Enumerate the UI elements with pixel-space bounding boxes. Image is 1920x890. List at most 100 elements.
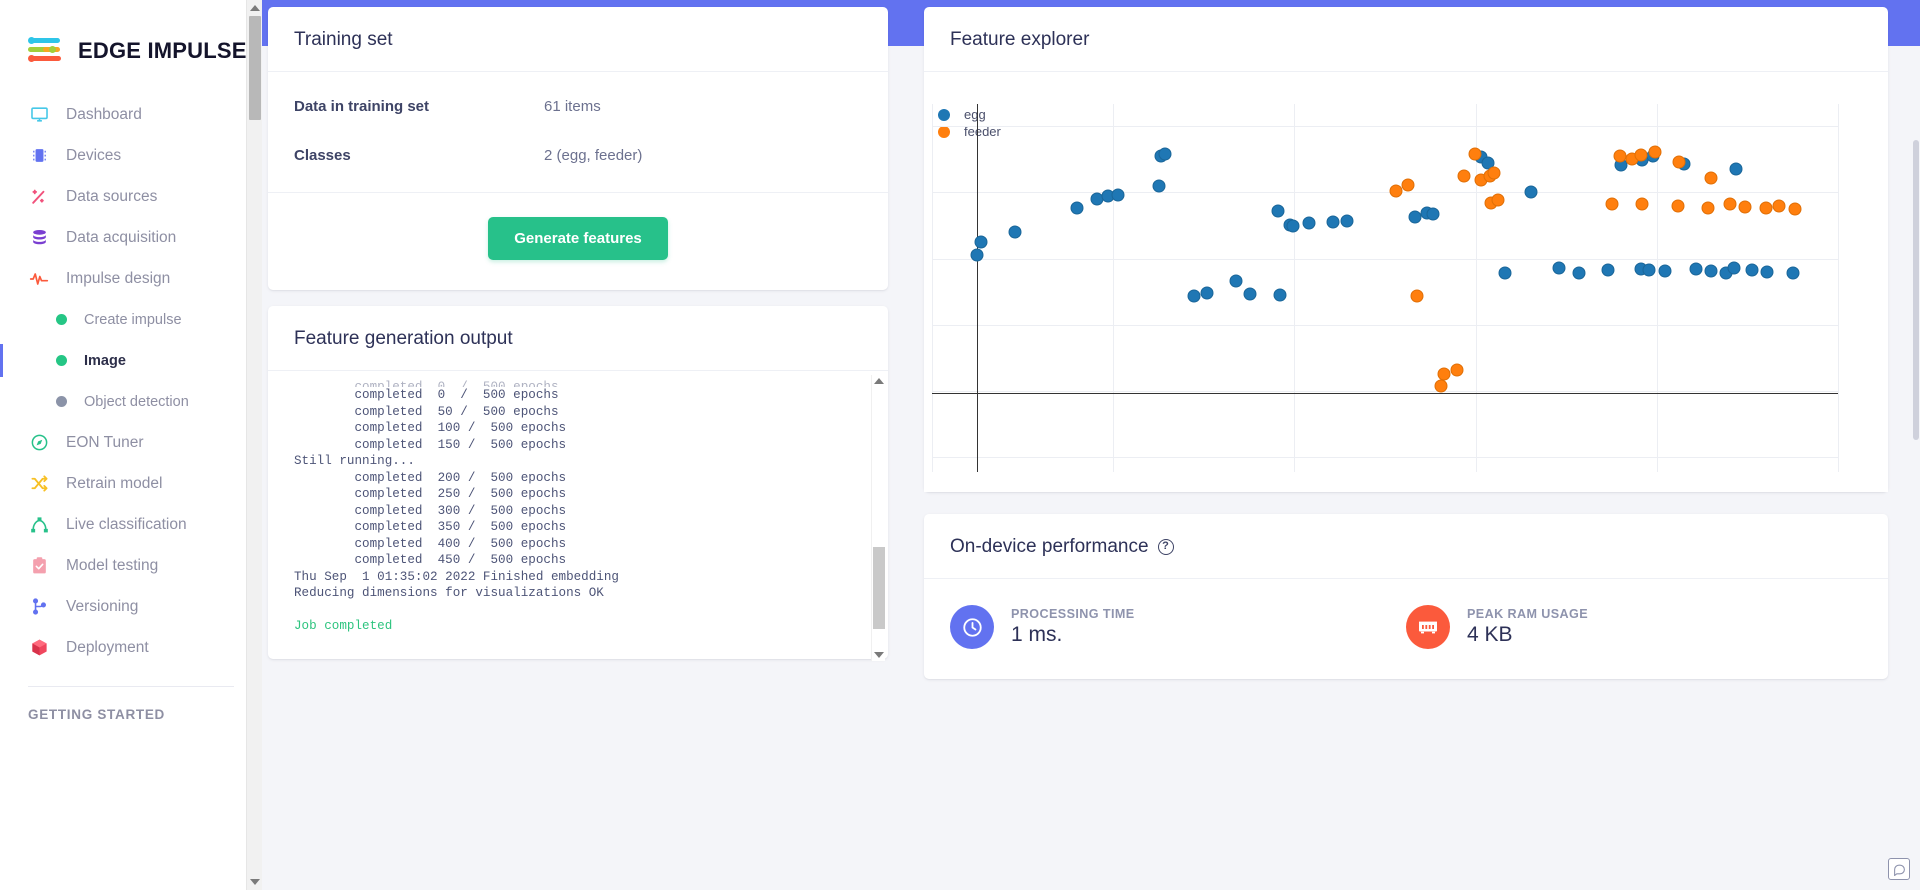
sidebar-scroll-thumb[interactable] xyxy=(249,16,261,120)
scatter-point-egg[interactable] xyxy=(1326,215,1340,229)
sidebar-item-eon-tuner[interactable]: EON Tuner xyxy=(0,422,262,463)
sidebar-item-impulse-design[interactable]: Impulse design xyxy=(0,258,262,299)
scatter-point-egg[interactable] xyxy=(1426,207,1440,221)
scatter-point-feeder[interactable] xyxy=(1613,149,1627,163)
scatter-point-feeder[interactable] xyxy=(1605,197,1618,211)
scatter-point-egg[interactable] xyxy=(1729,162,1743,176)
sidebar-item-data-acquisition[interactable]: Data acquisition xyxy=(0,217,262,258)
sidebar-subitem-label: Image xyxy=(84,352,126,369)
scatter-point-feeder[interactable] xyxy=(1491,193,1505,207)
scatter-point-egg[interactable] xyxy=(1552,261,1566,275)
feature-explorer-plot[interactable]: egg feeder xyxy=(924,72,1888,492)
scatter-point-feeder[interactable] xyxy=(1671,199,1685,213)
scatter-point-egg[interactable] xyxy=(1271,204,1285,218)
scatter-point-feeder[interactable] xyxy=(1450,363,1464,377)
scatter-point-egg[interactable] xyxy=(1200,286,1214,300)
right-column: Feature explorer egg feeder On-device pe… xyxy=(924,0,1888,679)
metric-value: 1 ms. xyxy=(1011,623,1063,646)
scatter-point-egg[interactable] xyxy=(1070,201,1084,215)
sidebar-item-label: Model testing xyxy=(66,556,159,574)
scatter-point-egg[interactable] xyxy=(1243,287,1257,301)
scatter-point-egg[interactable] xyxy=(1302,216,1316,230)
grid-line-horizontal xyxy=(932,258,1838,260)
feedback-button[interactable] xyxy=(1888,858,1910,880)
scatter-point-feeder[interactable] xyxy=(1634,148,1648,162)
scatter-point-egg[interactable] xyxy=(1601,263,1615,277)
sidebar-item-model-testing[interactable]: Model testing xyxy=(0,545,262,586)
scatter-point-feeder[interactable] xyxy=(1701,201,1715,215)
scatter-point-egg[interactable] xyxy=(1786,266,1800,280)
scatter-point-egg[interactable] xyxy=(1642,263,1656,277)
scatter-point-egg[interactable] xyxy=(1229,274,1242,288)
scatter-point-egg[interactable] xyxy=(1008,225,1022,239)
grid-line-vertical xyxy=(1113,104,1115,472)
scatter-point-egg[interactable] xyxy=(1273,288,1287,302)
scatter-point-egg[interactable] xyxy=(1572,266,1586,280)
scatter-point-feeder[interactable] xyxy=(1772,199,1786,213)
scatter-point-feeder[interactable] xyxy=(1410,289,1424,303)
sidebar-scrollbar[interactable] xyxy=(246,0,262,890)
page-scrollbar[interactable] xyxy=(1912,0,1920,890)
status-dot-icon xyxy=(56,355,67,366)
scroll-up-icon[interactable] xyxy=(874,378,884,384)
scroll-down-icon[interactable] xyxy=(874,652,884,658)
wand-icon xyxy=(28,187,50,206)
scatter-point-egg[interactable] xyxy=(1340,214,1354,228)
scatter-point-feeder[interactable] xyxy=(1759,201,1773,215)
sidebar: EDGE IMPULSE Dashboard Devices Data sour… xyxy=(0,0,262,890)
help-icon[interactable]: ? xyxy=(1157,539,1174,555)
scroll-down-icon[interactable] xyxy=(250,879,260,885)
scatter-point-egg[interactable] xyxy=(970,248,984,262)
scatter-point-egg[interactable] xyxy=(1658,264,1672,278)
scatter-point-egg[interactable] xyxy=(1286,219,1300,233)
scatter-point-feeder[interactable] xyxy=(1738,200,1752,214)
sidebar-item-versioning[interactable]: Versioning xyxy=(0,586,262,627)
feature-generation-output-title: Feature generation output xyxy=(268,306,888,371)
generate-features-button[interactable]: Generate features xyxy=(488,217,668,260)
y-axis-line xyxy=(977,104,979,472)
training-set-title: Training set xyxy=(268,7,888,72)
console-scrollbar[interactable] xyxy=(871,375,885,661)
sidebar-item-dashboard[interactable]: Dashboard xyxy=(0,94,262,135)
scatter-point-egg[interactable] xyxy=(1704,264,1718,278)
scatter-point-egg[interactable] xyxy=(1111,188,1125,202)
scatter-point-feeder[interactable] xyxy=(1389,184,1403,198)
sidebar-item-image[interactable]: Image xyxy=(0,340,262,381)
scatter-point-feeder[interactable] xyxy=(1648,145,1662,159)
sidebar-item-devices[interactable]: Devices xyxy=(0,135,262,176)
page-scroll-thumb[interactable] xyxy=(1913,140,1919,440)
sidebar-item-object-detection[interactable]: Object detection xyxy=(0,381,262,422)
scatter-point-egg[interactable] xyxy=(1727,261,1741,275)
scatter-point-feeder[interactable] xyxy=(1487,166,1501,180)
scatter-point-feeder[interactable] xyxy=(1788,202,1802,215)
scatter-point-egg[interactable] xyxy=(1760,265,1774,279)
scatter-point-egg[interactable] xyxy=(1187,289,1201,303)
scatter-point-feeder[interactable] xyxy=(1672,155,1686,169)
scatter-point-egg[interactable] xyxy=(1524,185,1538,199)
scatter-point-egg[interactable] xyxy=(974,235,988,249)
scatter-point-feeder[interactable] xyxy=(1635,197,1649,211)
scatter-point-egg[interactable] xyxy=(1158,147,1172,161)
console-output[interactable]: completed 0 / 500 epochs completed 0 / 5… xyxy=(268,371,888,659)
scatter-point-egg[interactable] xyxy=(1152,179,1165,193)
sidebar-item-data-sources[interactable]: Data sources xyxy=(0,176,262,217)
scatter-point-feeder[interactable] xyxy=(1468,147,1482,161)
sidebar-item-label: Dashboard xyxy=(66,105,142,123)
scatter-point-feeder[interactable] xyxy=(1457,169,1471,183)
sidebar-item-retrain-model[interactable]: Retrain model xyxy=(0,463,262,504)
scatter-point-feeder[interactable] xyxy=(1434,379,1448,393)
scroll-up-icon[interactable] xyxy=(250,5,260,11)
scatter-point-egg[interactable] xyxy=(1689,262,1703,276)
sidebar-item-deployment[interactable]: Deployment xyxy=(0,627,262,668)
sidebar-item-live-classification[interactable]: Live classification xyxy=(0,504,262,545)
console-scroll-thumb[interactable] xyxy=(873,547,885,629)
x-axis-line xyxy=(932,392,1838,394)
sidebar-item-create-impulse[interactable]: Create impulse xyxy=(0,299,262,340)
scatter-point-feeder[interactable] xyxy=(1704,171,1718,185)
scatter-point-egg[interactable] xyxy=(1745,263,1759,277)
scatter-point-feeder[interactable] xyxy=(1723,197,1737,211)
brand-logo[interactable]: EDGE IMPULSE xyxy=(0,0,262,76)
scatter-point-egg[interactable] xyxy=(1498,266,1512,280)
scatter-point-feeder[interactable] xyxy=(1401,178,1415,192)
metric-processing-time: PROCESSING TIME 1 ms. xyxy=(950,605,1406,649)
